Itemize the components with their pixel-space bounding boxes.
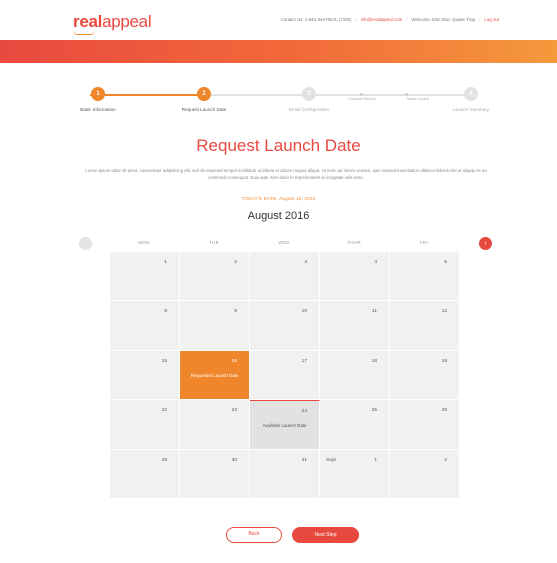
calendar-day-cell[interactable]: 1 <box>110 252 180 302</box>
calendar-day-cell[interactable]: 2 <box>180 252 250 302</box>
calendar-day-cell[interactable]: 19 <box>390 350 460 401</box>
day-number: 18 <box>371 358 377 364</box>
step-3-circle: 3 <box>302 87 316 101</box>
calendar-day-cell[interactable]: 15 <box>110 350 180 401</box>
email-link[interactable]: info@realappeal.com <box>361 17 403 22</box>
welcome-text: Welcome John Doe, Quake Trap <box>411 17 476 22</box>
day-number: 2 <box>234 260 237 265</box>
day-number: 5 <box>444 260 447 265</box>
day-number: 3 <box>304 260 307 265</box>
step-3-label: Email Configuration <box>288 107 330 112</box>
calendar-day-cell[interactable]: 12 <box>390 301 460 351</box>
calendar-day-cell[interactable]: 18 <box>320 350 390 401</box>
back-button[interactable]: Back <box>226 527 282 543</box>
progress-stepper: 1 2 3 4 Contract Review Sales Invoice Ba… <box>0 84 557 124</box>
calendar-day-cell[interactable]: 3 <box>250 252 320 302</box>
calendar-day-cell[interactable]: 26 <box>390 400 460 450</box>
weekday-label: MON <box>138 240 150 245</box>
day-number: 2 <box>444 457 447 463</box>
calendar-day-cell[interactable]: 8 <box>110 301 180 351</box>
date-caption: Requested Launch Date <box>190 372 239 378</box>
step-4-circle: 4 <box>464 87 478 101</box>
day-number: 17 <box>301 358 307 364</box>
day-number: 10 <box>301 309 307 315</box>
calendar-day-cell[interactable]: 23 <box>180 400 250 450</box>
header-links: Contact Us: 1-844-344-REAL (7325) / info@r… <box>280 17 499 22</box>
day-number: 24 <box>301 409 307 415</box>
requested-date-cell[interactable]: 16 Requested Launch Date <box>180 350 250 401</box>
previous-month-button[interactable] <box>79 237 92 250</box>
calendar-day-cell[interactable]: 17 <box>250 350 320 401</box>
step-2-label: Request Launch Date <box>181 107 227 112</box>
calendar-day-cell[interactable]: 9 <box>180 301 250 351</box>
calendar-day-cell[interactable]: 30 <box>180 449 250 499</box>
available-date-cell[interactable]: 24 Available Launch Date <box>250 400 320 450</box>
day-number: 25 <box>371 408 377 414</box>
calendar-month: August 2016 <box>247 210 310 222</box>
day-number: 11 <box>372 309 377 315</box>
day-number: 12 <box>441 309 447 315</box>
next-step-button[interactable]: Next Step <box>292 527 359 543</box>
calendar-day-cell[interactable]: 25 <box>320 400 390 450</box>
calendar-day-cell[interactable]: 10 <box>250 301 320 351</box>
logout-link[interactable]: Log out <box>484 17 499 22</box>
day-number: 26 <box>441 408 447 414</box>
day-number: 15 <box>161 358 167 364</box>
calendar-day-cell[interactable]: 5 <box>390 252 460 302</box>
step-2-circle: 2 <box>197 87 211 101</box>
weekday-label: FRI <box>419 240 429 245</box>
weekday-header: MON TUE WED THUR FRI <box>109 240 459 250</box>
substep-dot <box>360 93 363 96</box>
day-number: 8 <box>164 309 167 315</box>
substep-dot <box>405 93 408 96</box>
chevron-right-icon: › <box>484 240 487 247</box>
substep-label: Sales Invoice <box>406 97 430 101</box>
substep-label: Contract Review <box>348 97 376 101</box>
day-number: 31 <box>301 457 307 463</box>
calendar-day-cell[interactable]: 11 <box>320 301 390 351</box>
next-month-button[interactable]: › <box>479 237 492 250</box>
intro-text: Lorem ipsum dolor sit amet, consectetur … <box>85 168 487 180</box>
contact-text: Contact Us: 1-844-344-REAL (7325) <box>280 17 352 22</box>
real-appeal-logo[interactable]: realappeal <box>73 12 152 35</box>
date-caption: Available Launch Date <box>262 423 307 429</box>
calendar-day-cell[interactable]: 4 <box>320 252 390 302</box>
weekday-label: WED <box>278 240 290 245</box>
step-1-circle: 1 <box>91 87 105 101</box>
day-number: 1 <box>164 260 167 265</box>
day-number: 9 <box>234 309 237 315</box>
day-number: 30 <box>231 457 237 463</box>
step-line-upcoming <box>210 94 468 96</box>
step-line-complete <box>90 94 203 96</box>
day-number: 23 <box>231 408 237 414</box>
day-number: 16 <box>231 358 237 364</box>
top-bar: realappeal Contact Us: 1-844-344-REAL (7… <box>0 0 557 40</box>
step-4-label: Launch Summary <box>452 107 490 112</box>
calendar-grid: 1 2 3 4 5 8 9 10 11 12 15 16 Requested Launch Date 17… <box>109 251 460 499</box>
calendar-day-cell[interactable]: 1 Sept <box>320 449 390 499</box>
weekday-label: THUR <box>347 240 361 245</box>
day-number: 1 <box>374 457 377 463</box>
calendar-day-cell[interactable]: 31 <box>250 449 320 499</box>
day-number: 19 <box>441 358 447 364</box>
header-gradient-bar <box>0 40 557 63</box>
calendar-day-cell[interactable]: 22 <box>110 400 180 450</box>
calendar-day-cell[interactable]: 29 <box>110 449 180 499</box>
weekday-label: TUE <box>208 240 220 245</box>
page-title: Request Launch Date <box>196 136 361 155</box>
logo-smile-icon <box>73 30 95 35</box>
calendar-day-cell[interactable]: 2 <box>390 449 460 499</box>
month-marker: Sept <box>326 457 336 463</box>
day-number: 22 <box>161 408 167 414</box>
day-number: 29 <box>161 457 167 463</box>
day-number: 4 <box>374 260 377 265</box>
step-1-label: Basic Information <box>80 107 116 112</box>
todays-date: TODAY'S DATE: August 10, 2016 <box>241 196 316 201</box>
